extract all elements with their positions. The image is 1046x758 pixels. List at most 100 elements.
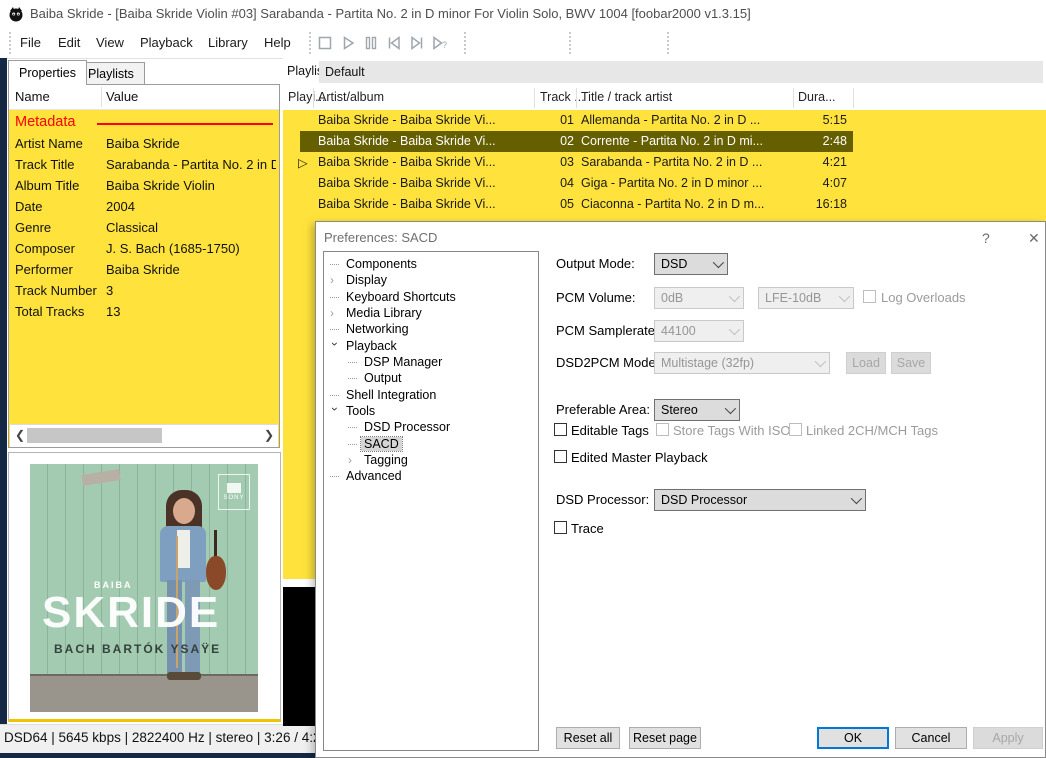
metadata-group-label: Metadata (15, 114, 75, 130)
previous-button[interactable] (383, 33, 405, 53)
playlist-row[interactable]: Baiba Skride - Baiba Skride Vi... 01 All… (283, 110, 1046, 131)
preferable-area-select[interactable]: Stereo (654, 399, 740, 421)
property-value: 13 (106, 304, 276, 319)
property-name: Track Number (15, 283, 97, 298)
playback-order-button[interactable]: ? (429, 33, 451, 53)
property-row[interactable]: Date2004 (9, 196, 279, 217)
toolbar-grip[interactable] (568, 32, 572, 54)
tree-item-networking[interactable]: Networking (324, 321, 544, 337)
menu-playback[interactable]: Playback (134, 33, 199, 52)
toolbar-grip[interactable] (308, 32, 312, 54)
chevron-right-icon[interactable]: › (330, 276, 339, 285)
tree-item-media-library[interactable]: ›Media Library (324, 305, 544, 321)
window-edge-left (0, 58, 7, 724)
column-header-value[interactable]: Value (106, 89, 138, 104)
sony-logo-text: SONY (223, 495, 244, 501)
menu-view[interactable]: View (90, 33, 130, 52)
column-divider[interactable] (793, 88, 794, 108)
column-divider[interactable] (576, 88, 577, 108)
trace-checkbox[interactable] (554, 521, 567, 534)
editable-tags-checkbox[interactable] (554, 423, 567, 436)
toolbar-grip[interactable] (463, 32, 467, 54)
property-row[interactable]: GenreClassical (9, 217, 279, 238)
playlist-row[interactable]: Baiba Skride - Baiba Skride Vi... 04 Gig… (283, 173, 1046, 194)
property-row[interactable]: Artist NameBaiba Skride (9, 133, 279, 154)
close-icon[interactable]: ✕ (1022, 228, 1046, 249)
help-icon[interactable]: ? (976, 228, 996, 248)
cell-duration: 4:21 (795, 155, 847, 169)
playlist-row-selected[interactable]: Baiba Skride - Baiba Skride Vi... 02 Cor… (283, 131, 1046, 152)
column-header-artist-album[interactable]: Artist/album (318, 90, 384, 104)
tree-item-tools[interactable]: ›Tools (324, 403, 544, 419)
property-row[interactable]: Track Number3 (9, 280, 279, 301)
tree-item-output[interactable]: Output (324, 370, 562, 386)
reset-all-button[interactable]: Reset all (556, 727, 620, 749)
cell-title: Giga - Partita No. 2 in D minor ... (581, 176, 762, 190)
column-divider[interactable] (101, 87, 102, 107)
chevron-right-icon[interactable]: › (348, 456, 357, 465)
column-divider[interactable] (853, 88, 854, 108)
column-divider[interactable] (313, 88, 314, 108)
cancel-button[interactable]: Cancel (895, 727, 967, 749)
property-row[interactable]: ComposerJ. S. Bach (1685-1750) (9, 238, 279, 259)
cell-title: Corrente - Partita No. 2 in D mi... (581, 134, 763, 148)
properties-panel: Name Value Metadata Artist NameBaiba Skr… (8, 84, 280, 448)
menu-help[interactable]: Help (258, 33, 297, 52)
reset-page-button[interactable]: Reset page (629, 727, 701, 749)
property-value: Classical (106, 220, 276, 235)
menu-file[interactable]: File (14, 33, 47, 52)
metadata-group-row[interactable]: Metadata (9, 112, 279, 133)
cell-track-number: 05 (538, 197, 574, 211)
chevron-down-icon[interactable]: › (330, 342, 339, 351)
property-row[interactable]: Track TitleSarabanda - Partita No. 2 in … (9, 154, 279, 175)
playlist-row-playing[interactable]: ▷ Baiba Skride - Baiba Skride Vi... 03 S… (283, 152, 1046, 173)
tree-item-display[interactable]: ›Display (324, 272, 544, 288)
menu-toolbar: File Edit View Playback Library Help ? (0, 28, 1046, 59)
chevron-down-icon[interactable]: › (330, 407, 339, 416)
property-row[interactable]: Total Tracks13 (9, 301, 279, 322)
scrollbar-thumb[interactable] (27, 428, 162, 443)
column-divider[interactable] (534, 88, 535, 108)
toolbar-grip[interactable] (666, 32, 670, 54)
metadata-group-line (97, 123, 273, 125)
next-button[interactable] (406, 33, 428, 53)
tree-item-sacd[interactable]: SACD (324, 436, 562, 452)
play-button[interactable] (337, 33, 359, 53)
pcm-volume-label: PCM Volume: (556, 290, 635, 305)
cell-duration: 16:18 (795, 197, 847, 211)
output-mode-select[interactable]: DSD (654, 253, 728, 275)
tree-item-keyboard-shortcuts[interactable]: Keyboard Shortcuts (324, 289, 544, 305)
dsd-processor-label: DSD Processor: (556, 492, 649, 507)
tree-item-playback[interactable]: ›Playback (324, 338, 544, 354)
tree-item-advanced[interactable]: Advanced (324, 468, 544, 484)
menu-library[interactable]: Library (202, 33, 254, 52)
ok-button[interactable]: OK (817, 727, 889, 749)
column-header-name[interactable]: Name (15, 89, 50, 104)
playlist-selector[interactable]: Default (319, 61, 1043, 83)
column-header-duration[interactable]: Dura... (798, 90, 836, 104)
album-art-person-face (173, 498, 195, 524)
column-header-track[interactable]: Track ... (540, 90, 585, 104)
column-header-title[interactable]: Title / track artist (581, 90, 672, 104)
tab-properties[interactable]: Properties (8, 60, 87, 85)
toolbar-grip[interactable] (8, 32, 12, 54)
tree-item-components[interactable]: Components (324, 256, 544, 272)
tree-item-dsd-processor[interactable]: DSD Processor (324, 419, 562, 435)
stop-button[interactable] (314, 33, 336, 53)
tree-item-shell-integration[interactable]: Shell Integration (324, 387, 544, 403)
pause-button[interactable] (360, 33, 382, 53)
property-row[interactable]: PerformerBaiba Skride (9, 259, 279, 280)
dsd-processor-select[interactable]: DSD Processor (654, 489, 866, 511)
menu-edit[interactable]: Edit (52, 33, 86, 52)
playlist-row[interactable]: Baiba Skride - Baiba Skride Vi... 05 Cia… (283, 194, 1046, 215)
horizontal-scrollbar[interactable]: ❮ ❯ (10, 424, 278, 447)
property-row[interactable]: Album TitleBaiba Skride Violin (9, 175, 279, 196)
tree-item-tagging[interactable]: ›Tagging (324, 452, 562, 468)
tree-item-dsp-manager[interactable]: DSP Manager (324, 354, 562, 370)
edited-master-checkbox[interactable] (554, 450, 567, 463)
scroll-right-icon[interactable]: ❯ (264, 428, 274, 442)
tab-playlists[interactable]: Playlists (77, 62, 145, 85)
scroll-left-icon[interactable]: ❮ (15, 428, 25, 442)
chevron-right-icon[interactable]: › (330, 309, 339, 318)
cell-artist-album: Baiba Skride - Baiba Skride Vi... (318, 197, 496, 211)
